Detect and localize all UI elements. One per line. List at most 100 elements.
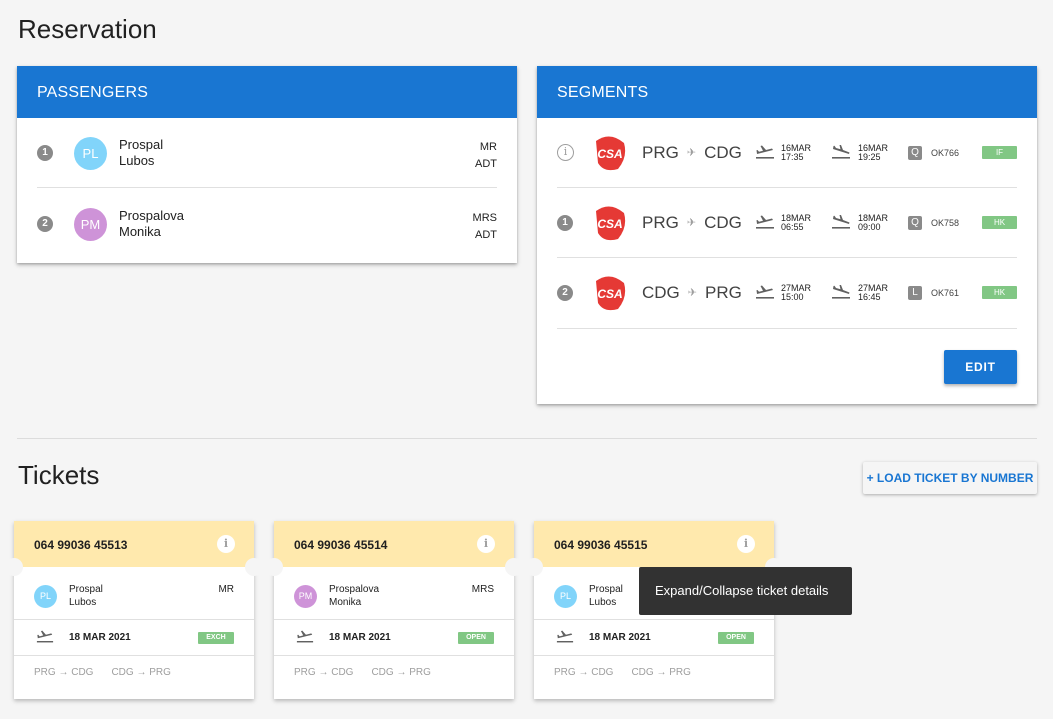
load-ticket-button[interactable]: + LOAD TICKET BY NUMBER: [863, 462, 1037, 494]
edit-button[interactable]: EDIT: [944, 350, 1017, 384]
passenger-row[interactable]: 2 PM Prospalova Monika MRS ADT: [37, 189, 497, 259]
status-badge: HK: [982, 216, 1017, 229]
csa-logo-icon: CSA: [596, 206, 626, 241]
passengers-card: PASSENGERS 1 PL Prospal Lubos MR ADT 2 P…: [17, 66, 517, 263]
ticket-number: 064 99036 45515: [554, 538, 648, 552]
departure-time: 17:35: [781, 152, 804, 162]
ticket-date-row: 18 MAR 2021 EXCH: [14, 620, 254, 656]
passenger-row[interactable]: 1 PL Prospal Lubos MR ADT: [37, 118, 497, 188]
booking-class-badge: Q: [908, 216, 922, 230]
arrival-time: 09:00: [858, 222, 881, 232]
tickets-title: Tickets: [18, 460, 100, 490]
passenger-type: ADT: [475, 229, 497, 241]
flight-number: OK758: [931, 218, 960, 228]
plane-icon: ✈: [687, 287, 697, 299]
info-icon[interactable]: i: [737, 535, 755, 553]
departure-icon: [36, 630, 54, 643]
ticket-date: 18 MAR 2021: [69, 632, 131, 643]
segments-header: SEGMENTS: [537, 66, 1037, 118]
csa-logo-icon: CSA: [596, 136, 626, 171]
csa-logo-icon: CSA: [596, 276, 626, 311]
departure-time: 15:00: [781, 292, 804, 302]
ticket-passenger-title: MRS: [471, 584, 494, 595]
segment-number: 1: [557, 215, 573, 231]
departure-icon: [556, 630, 574, 643]
ticket-routes: PRG → CDG CDG → PRG: [34, 667, 189, 678]
ticket-passenger: PM Prospalova Monika MRS: [274, 567, 514, 620]
airline-logo-text: CSA: [597, 147, 622, 161]
ticket-route: PRG → CDG: [34, 667, 94, 678]
info-icon[interactable]: i: [217, 535, 235, 553]
ticket-header: 064 99036 45515 i: [534, 521, 774, 567]
departure-icon: [756, 285, 774, 299]
departure-datetime: 27MAR 15:00: [781, 284, 811, 302]
ticket-date-row: 18 MAR 2021 OPEN: [274, 620, 514, 656]
ticket-date: 18 MAR 2021: [329, 632, 391, 643]
passenger-number: 1: [37, 145, 53, 161]
segment-to: PRG: [705, 283, 742, 302]
avatar: PL: [554, 585, 577, 608]
segment-row[interactable]: i CSA PRG ✈ CDG 16MAR 17:35 16MAR 19:25 Q OK…: [557, 118, 1017, 188]
passenger-type: ADT: [475, 158, 497, 170]
departure-icon: [756, 215, 774, 229]
ticket-route: PRG → CDG: [554, 667, 614, 678]
avatar: PL: [34, 585, 57, 608]
plane-icon: ✈: [686, 147, 697, 159]
departure-icon: [756, 145, 774, 159]
avatar: PM: [74, 208, 107, 241]
status-badge: OPEN: [718, 632, 754, 644]
booking-class-badge: L: [908, 286, 922, 300]
status-badge: OPEN: [458, 632, 494, 644]
page-title: Reservation: [18, 14, 157, 44]
ticket-last-name: Prospalova: [329, 584, 380, 595]
segment-row[interactable]: 2 CSA CDG ✈ PRG 27MAR 15:00 27MAR 16:45 L OK…: [557, 258, 1017, 329]
ticket-date-row: 18 MAR 2021 OPEN: [534, 620, 774, 656]
ticket-passenger: PL Prospal Lubos MR: [14, 567, 254, 620]
status-badge: IF: [982, 146, 1017, 159]
segment-to: CDG: [704, 213, 742, 232]
passenger-title: MRS: [472, 212, 497, 224]
passenger-name: Prospalova Monika: [119, 208, 184, 240]
departure-icon: [296, 630, 314, 643]
ticket-route: PRG → CDG: [294, 667, 354, 678]
passenger-last-name: Prospalova: [119, 208, 185, 223]
ticket-card[interactable]: 064 99036 45513 i PL Prospal Lubos MR 18 …: [5, 521, 263, 699]
arrival-icon: [832, 145, 850, 159]
segments-card: SEGMENTS i CSA PRG ✈ CDG 16MAR 17:35 16MAR 1…: [537, 66, 1037, 404]
arrival-datetime: 27MAR 16:45: [858, 284, 888, 302]
ticket-last-name: Prospal: [69, 584, 103, 595]
ticket-routes: PRG → CDG CDG → PRG: [554, 667, 709, 678]
flight-number: OK766: [931, 148, 960, 158]
ticket-route: CDG → PRG: [371, 667, 431, 678]
passenger-first-name: Monika: [119, 224, 161, 239]
ticket-first-name: Monika: [329, 597, 362, 608]
info-icon[interactable]: i: [557, 144, 574, 161]
ticket-routes: PRG → CDG CDG → PRG: [294, 667, 449, 678]
arrival-time: 19:25: [858, 152, 881, 162]
ticket-header: 064 99036 45514 i: [274, 521, 514, 567]
plane-icon: ✈: [686, 217, 697, 229]
passenger-name: Prospal Lubos: [119, 137, 163, 169]
ticket-date: 18 MAR 2021: [589, 632, 651, 643]
info-icon[interactable]: i: [477, 535, 495, 553]
tooltip: Expand/Collapse ticket details: [639, 567, 852, 615]
booking-class-badge: Q: [908, 146, 922, 160]
passenger-number: 2: [37, 216, 53, 232]
passenger-meta: MR ADT: [475, 139, 497, 173]
segment-to: CDG: [704, 143, 742, 162]
avatar: PL: [74, 137, 107, 170]
arrival-time: 16:45: [858, 292, 881, 302]
ticket-passenger-name: Prospal Lubos: [69, 583, 103, 609]
passenger-last-name: Prospal: [119, 137, 164, 152]
ticket-number: 064 99036 45514: [294, 538, 388, 552]
ticket-passenger-name: Prospalova Monika: [329, 583, 379, 609]
ticket-card[interactable]: 064 99036 45514 i PM Prospalova Monika MR…: [265, 521, 523, 699]
passenger-title: MR: [479, 141, 497, 153]
segment-route: PRG ✈ CDG: [642, 213, 742, 233]
ticket-passenger-name: Prospal Lubos: [589, 583, 623, 609]
departure-datetime: 18MAR 06:55: [781, 214, 811, 232]
segment-from: CDG: [642, 283, 680, 302]
ticket-first-name: Lubos: [589, 597, 617, 608]
segment-row[interactable]: 1 CSA PRG ✈ CDG 18MAR 06:55 18MAR 09:00 Q OK…: [557, 188, 1017, 258]
passenger-meta: MRS ADT: [473, 210, 497, 244]
